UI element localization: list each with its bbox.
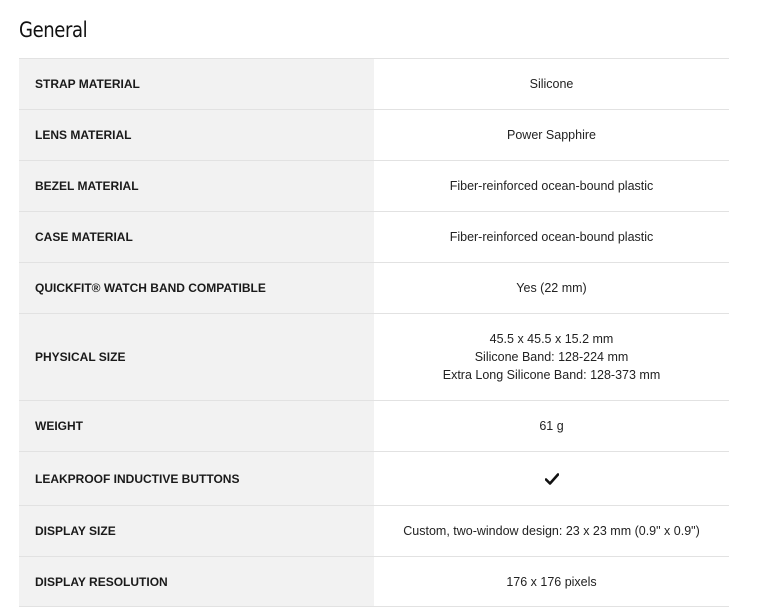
spec-value-line: Extra Long Silicone Band: 128-373 mm (442, 368, 661, 382)
checkmark-icon (544, 472, 559, 485)
spec-value (374, 452, 729, 505)
specs-table: STRAP MATERIAL Silicone LENS MATERIAL Po… (19, 58, 729, 607)
spec-value: Fiber-reinforced ocean-bound plastic (449, 230, 654, 244)
spec-row-physical-size: PHYSICAL SIZE 45.5 x 45.5 x 15.2 mm Sili… (19, 314, 729, 401)
spec-value-line: Silicone Band: 128-224 mm (474, 350, 629, 364)
spec-value: Power Sapphire (507, 128, 596, 142)
spec-label: DISPLAY RESOLUTION (19, 557, 374, 606)
spec-label: CASE MATERIAL (19, 212, 374, 262)
spec-row-display-size: DISPLAY SIZE Custom, two-window design: … (19, 506, 729, 557)
spec-label: LEAKPROOF INDUCTIVE BUTTONS (19, 452, 374, 505)
spec-row-lens-material: LENS MATERIAL Power Sapphire (19, 110, 729, 161)
spec-row-strap-material: STRAP MATERIAL Silicone (19, 59, 729, 110)
spec-row-display-resolution: DISPLAY RESOLUTION 176 x 176 pixels (19, 557, 729, 607)
spec-row-case-material: CASE MATERIAL Fiber-reinforced ocean-bou… (19, 212, 729, 263)
spec-value: 45.5 x 45.5 x 15.2 mm Silicone Band: 128… (374, 314, 729, 400)
spec-value: 61 g (539, 419, 564, 433)
spec-value: Custom, two-window design: 23 x 23 mm (0… (403, 524, 700, 538)
spec-row-leakproof-buttons: LEAKPROOF INDUCTIVE BUTTONS (19, 452, 729, 506)
spec-label: LENS MATERIAL (19, 110, 374, 160)
spec-label: STRAP MATERIAL (19, 59, 374, 109)
spec-label: BEZEL MATERIAL (19, 161, 374, 211)
spec-value-line: 45.5 x 45.5 x 15.2 mm (489, 332, 614, 346)
spec-value: Silicone (529, 77, 574, 91)
spec-value: Yes (22 mm) (516, 281, 587, 295)
spec-label: DISPLAY SIZE (19, 506, 374, 556)
spec-label: PHYSICAL SIZE (19, 314, 374, 400)
section-title: General (19, 18, 88, 42)
spec-row-quickfit-compatible: QUICKFIT® WATCH BAND COMPATIBLE Yes (22 … (19, 263, 729, 314)
spec-row-weight: WEIGHT 61 g (19, 401, 729, 452)
spec-value: 176 x 176 pixels (506, 574, 597, 589)
spec-label: WEIGHT (19, 401, 374, 451)
spec-label: QUICKFIT® WATCH BAND COMPATIBLE (19, 263, 374, 313)
spec-row-bezel-material: BEZEL MATERIAL Fiber-reinforced ocean-bo… (19, 161, 729, 212)
spec-value: Fiber-reinforced ocean-bound plastic (449, 179, 654, 193)
